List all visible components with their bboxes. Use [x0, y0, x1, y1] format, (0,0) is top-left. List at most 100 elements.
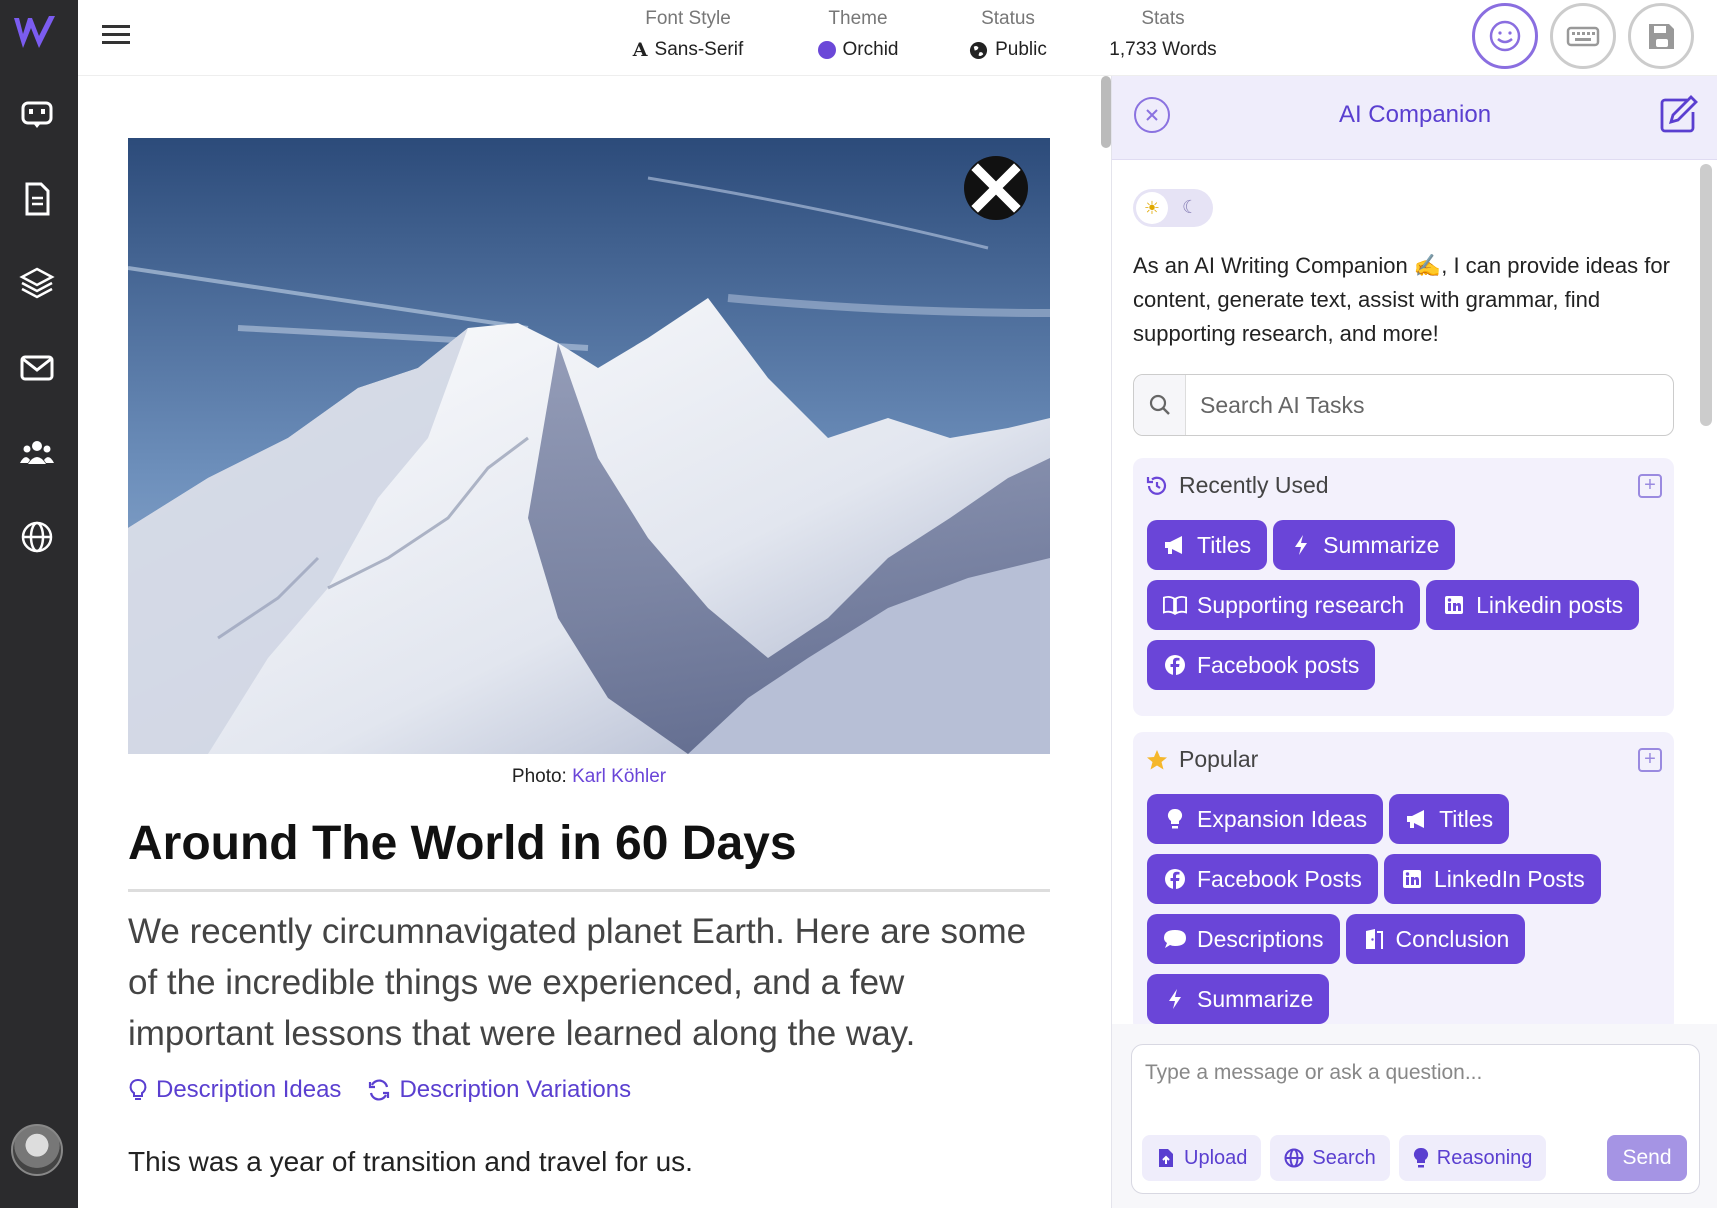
add-recent-task-button[interactable]: + [1638, 474, 1662, 498]
composer-tools: Upload Search Reasoning [1142, 1135, 1547, 1181]
users-icon[interactable] [17, 432, 57, 472]
new-chat-edit-icon[interactable] [1657, 94, 1699, 136]
remove-image-button[interactable] [964, 156, 1028, 220]
popular-header: Popular [1145, 746, 1258, 773]
top-bar: Font Style A Sans-Serif Theme Orchid Stat… [78, 0, 1717, 76]
search-icon [1134, 375, 1186, 435]
lightbulb-icon [1413, 1147, 1428, 1168]
lightbulb-icon [1163, 807, 1187, 831]
search-label: Search [1312, 1146, 1376, 1169]
panel-scrollbar[interactable] [1700, 164, 1712, 426]
hero-image[interactable] [128, 138, 1050, 754]
light-dark-toggle[interactable]: ☀ ☾ [1133, 189, 1213, 227]
status-selector[interactable]: Status Public [923, 8, 1093, 61]
upload-label: Upload [1184, 1146, 1248, 1169]
webflow-logo-icon[interactable] [11, 10, 61, 56]
description-ideas-link[interactable]: Description Ideas [128, 1076, 341, 1104]
recently-used-header: Recently Used [1145, 472, 1329, 499]
recent-chip-summarize[interactable]: Summarize [1273, 520, 1456, 570]
recent-chip-facebook-posts[interactable]: Facebook posts [1147, 640, 1376, 690]
left-rail [0, 0, 78, 1208]
hamburger-menu-icon[interactable] [101, 20, 131, 50]
recently-used-section: Recently Used + Titles Summarize Supportin… [1133, 458, 1674, 716]
web-search-button[interactable]: Search [1270, 1135, 1390, 1181]
chip-label: Descriptions [1197, 925, 1324, 952]
globe-icon [1284, 1148, 1304, 1168]
document-icon[interactable] [17, 179, 57, 219]
popular-chip-list: Expansion Ideas Titles Facebook Posts Linke… [1147, 794, 1667, 1024]
bolt-icon [1289, 533, 1313, 557]
font-style-selector[interactable]: Font Style A Sans-Serif [603, 8, 773, 61]
search-ai-tasks-input[interactable] [1186, 375, 1673, 435]
chip-label: Expansion Ideas [1197, 805, 1368, 832]
popular-chip-facebook-posts[interactable]: Facebook Posts [1147, 854, 1378, 904]
article-title[interactable]: Around The World in 60 Days [128, 816, 1050, 892]
lightbulb-icon [129, 1079, 147, 1100]
theme-value: Orchid [842, 39, 899, 60]
article-description[interactable]: We recently circumnavigated planet Earth… [128, 906, 1050, 1059]
chip-label: Supporting research [1197, 591, 1405, 618]
chip-label: Facebook posts [1197, 651, 1360, 678]
description-ideas-label: Description Ideas [156, 1076, 342, 1103]
star-icon [1147, 749, 1167, 769]
message-input-placeholder[interactable]: Type a message or ask a question... [1145, 1061, 1482, 1085]
status-value: Public [995, 39, 1047, 60]
popular-chip-titles[interactable]: Titles [1389, 794, 1510, 844]
theme-selector[interactable]: Theme Orchid [778, 8, 938, 61]
editor-canvas[interactable]: Photo: Karl Köhler Around The World in 6… [78, 76, 1102, 1208]
editor-scrollbar[interactable] [1101, 76, 1111, 148]
globe-icon [970, 41, 988, 59]
recent-chip-linkedin-posts[interactable]: Linkedin posts [1426, 580, 1640, 630]
font-style-value: Sans-Serif [654, 39, 744, 60]
linkedin-icon [1400, 867, 1424, 891]
upload-button[interactable]: Upload [1142, 1135, 1262, 1181]
facebook-icon [1163, 653, 1187, 677]
book-icon [1163, 593, 1187, 617]
moon-icon: ☾ [1182, 197, 1199, 217]
bolt-icon [1163, 987, 1187, 1011]
globe-icon[interactable] [17, 517, 57, 557]
chip-label: Titles [1439, 805, 1494, 832]
popular-chip-expansion-ideas[interactable]: Expansion Ideas [1147, 794, 1384, 844]
photo-credit-link[interactable]: Karl Köhler [572, 766, 666, 787]
chip-label: Summarize [1323, 531, 1440, 558]
popular-chip-summarize[interactable]: Summarize [1147, 974, 1330, 1024]
photo-credit-prefix: Photo: [511, 766, 567, 787]
chip-label: Titles [1197, 531, 1252, 558]
sun-icon: ☀ [1136, 192, 1168, 224]
ai-companion-icon[interactable] [17, 93, 57, 133]
stats-label: Stats [1141, 8, 1185, 29]
popular-chip-linkedin-posts[interactable]: LinkedIn Posts [1383, 854, 1601, 904]
speech-bubble-icon [1163, 927, 1187, 951]
recent-chip-supporting-research[interactable]: Supporting research [1147, 580, 1421, 630]
companion-intro-text: As an AI Writing Companion ✍️, I can pro… [1133, 253, 1670, 346]
message-composer[interactable]: Type a message or ask a question... Uplo… [1131, 1044, 1700, 1194]
word-count: 1,733 Words [1109, 39, 1217, 60]
add-popular-task-button[interactable]: + [1638, 748, 1662, 772]
upload-file-icon [1159, 1149, 1173, 1167]
layers-icon[interactable] [17, 263, 57, 303]
font-icon: A [632, 39, 648, 61]
font-style-label: Font Style [645, 8, 731, 29]
article-body-paragraph[interactable]: This was a year of transition and travel… [128, 1146, 693, 1178]
popular-chip-descriptions[interactable]: Descriptions [1147, 914, 1340, 964]
send-button[interactable]: Send [1607, 1135, 1687, 1181]
save-button[interactable] [1628, 3, 1694, 69]
chip-label: Linkedin posts [1476, 591, 1624, 618]
mail-icon[interactable] [17, 348, 57, 388]
popular-section: Popular + Expansion Ideas Titles Facebook … [1133, 732, 1674, 1032]
close-icon [971, 163, 1021, 213]
reasoning-label: Reasoning [1436, 1146, 1533, 1169]
megaphone-icon [1163, 533, 1187, 557]
recent-chip-list: Titles Summarize Supporting research Linked… [1147, 520, 1667, 690]
ai-companion-toggle-button[interactable] [1472, 3, 1538, 69]
description-variations-link[interactable]: Description Variations [367, 1076, 631, 1104]
reasoning-button[interactable]: Reasoning [1398, 1135, 1547, 1181]
keyboard-shortcuts-button[interactable] [1550, 3, 1616, 69]
recent-chip-titles[interactable]: Titles [1147, 520, 1268, 570]
popular-chip-conclusion[interactable]: Conclusion [1345, 914, 1526, 964]
recently-used-heading: Recently Used [1179, 472, 1329, 498]
refresh-icon [369, 1079, 390, 1101]
theme-color-swatch [817, 41, 836, 59]
user-avatar[interactable] [11, 1124, 63, 1176]
